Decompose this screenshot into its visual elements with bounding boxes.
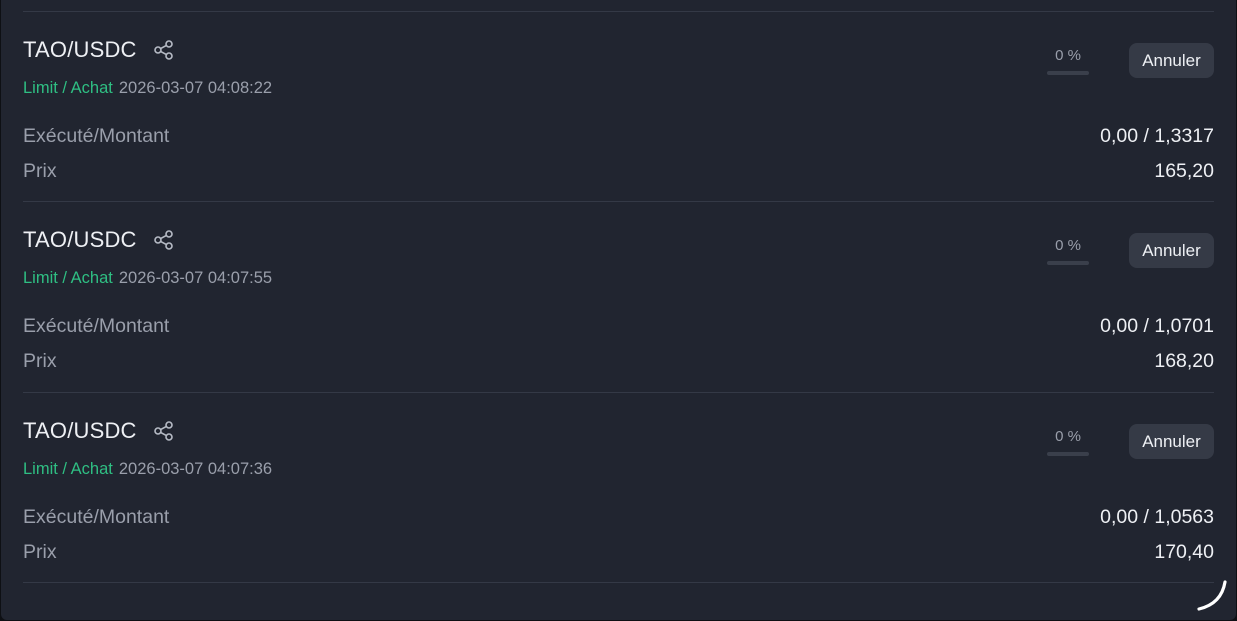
fill-progress-track	[1047, 452, 1089, 456]
fill-progress: 0 %	[1047, 47, 1089, 75]
fill-percent: 0 %	[1055, 237, 1081, 254]
executed-amount-label: Exécuté/Montant	[23, 315, 170, 337]
order-pair: TAO/USDC	[23, 418, 137, 443]
price-value: 165,20	[1154, 160, 1214, 182]
order-meta: Limit / Achat 2026-03-07 04:07:36	[23, 460, 272, 479]
order-date: 2026-03-07 04:07:36	[118, 460, 273, 478]
price-value: 168,20	[1154, 350, 1214, 372]
executed-amount-value: 0,00 / 1,0701	[1100, 315, 1214, 337]
order-card: TAO/USDC Limit / Achat 2026-03-07 04:07:3…	[23, 392, 1214, 582]
fill-percent: 0 %	[1055, 47, 1081, 64]
order-type: Limit / Achat	[23, 79, 113, 97]
order-meta: Limit / Achat 2026-03-07 04:08:22	[23, 79, 272, 98]
fill-progress-track	[1047, 261, 1089, 265]
order-type: Limit / Achat	[23, 460, 113, 478]
price-label: Prix	[23, 541, 57, 563]
order-card: TAO/USDC Limit / Achat 2026-03-07 04:07:5…	[23, 201, 1214, 391]
share-icon[interactable]	[153, 420, 175, 442]
price-label: Prix	[23, 350, 57, 372]
cancel-button[interactable]: Annuler	[1129, 43, 1214, 78]
order-date: 2026-03-07 04:07:55	[118, 269, 273, 287]
price-value: 170,40	[1154, 541, 1214, 563]
order-pair: TAO/USDC	[23, 37, 137, 62]
order-meta: Limit / Achat 2026-03-07 04:07:55	[23, 269, 272, 288]
executed-amount-value: 0,00 / 1,3317	[1100, 125, 1214, 147]
fill-progress-track	[1047, 71, 1089, 75]
divider	[23, 582, 1214, 583]
cancel-button[interactable]: Annuler	[1129, 233, 1214, 268]
fill-progress: 0 %	[1047, 428, 1089, 456]
price-label: Prix	[23, 160, 57, 182]
share-icon[interactable]	[153, 39, 175, 61]
executed-amount-value: 0,00 / 1,0563	[1100, 506, 1214, 528]
fill-percent: 0 %	[1055, 428, 1081, 445]
cancel-button[interactable]: Annuler	[1129, 424, 1214, 459]
fill-progress: 0 %	[1047, 237, 1089, 265]
executed-amount-label: Exécuté/Montant	[23, 506, 170, 528]
open-orders-panel: TAO/USDC Limit / Achat 2026-03-07 04:08:2…	[1, 0, 1236, 620]
order-card: TAO/USDC Limit / Achat 2026-03-07 04:08:2…	[23, 11, 1214, 201]
loading-spinner-icon	[1194, 578, 1230, 614]
order-type: Limit / Achat	[23, 269, 113, 287]
share-icon[interactable]	[153, 229, 175, 251]
order-date: 2026-03-07 04:08:22	[118, 79, 273, 97]
order-pair: TAO/USDC	[23, 227, 137, 252]
executed-amount-label: Exécuté/Montant	[23, 125, 170, 147]
